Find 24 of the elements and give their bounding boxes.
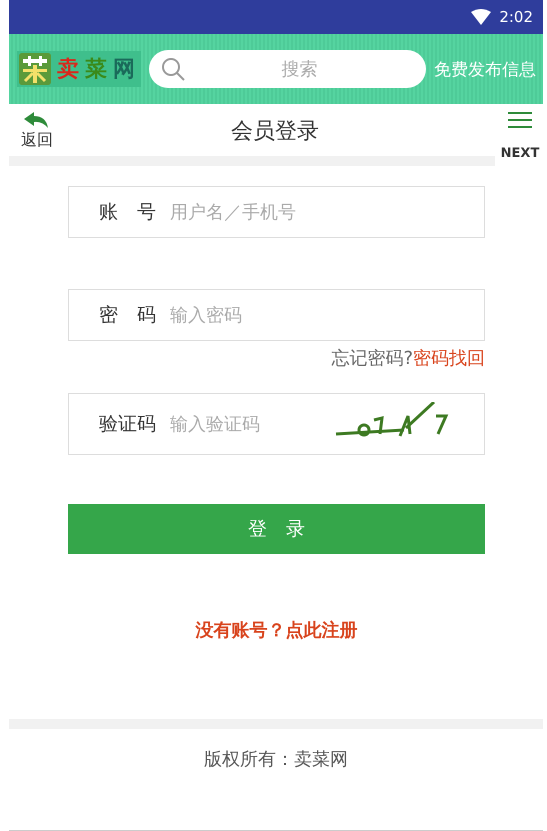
- search-input[interactable]: 搜索: [185, 58, 414, 80]
- password-field[interactable]: 密 码 输入密码: [68, 289, 485, 341]
- captcha-input[interactable]: 输入验证码: [168, 412, 322, 436]
- wifi-icon: [471, 9, 492, 25]
- recover-password-link[interactable]: 密码找回: [413, 346, 485, 370]
- field-label: 验证码: [99, 412, 156, 437]
- password-input[interactable]: 输入密码: [168, 304, 484, 326]
- clock: 2:02: [499, 8, 533, 26]
- back-button[interactable]: 返回: [21, 112, 53, 151]
- forgot-prompt: 忘记密码?: [331, 347, 413, 370]
- account-input[interactable]: 用户名／手机号: [168, 200, 484, 224]
- copyright-text: 版权所有：卖菜网: [203, 748, 349, 771]
- vegetable-logo-icon: [19, 53, 51, 85]
- menu-icon: [508, 112, 532, 128]
- register-link[interactable]: 没有账号？点此注册: [68, 618, 485, 642]
- search-icon: [161, 57, 185, 81]
- captcha-field[interactable]: 验证码 输入验证码: [68, 393, 485, 455]
- account-field[interactable]: 账 号 用户名／手机号: [68, 186, 485, 238]
- field-label: 账 号: [99, 200, 156, 225]
- search-field[interactable]: 搜索: [149, 50, 426, 88]
- field-label: 密 码: [99, 303, 156, 328]
- menu-button[interactable]: NEXT: [497, 112, 543, 161]
- back-arrow-icon: [24, 112, 50, 130]
- page-title: 会员登录: [230, 118, 320, 146]
